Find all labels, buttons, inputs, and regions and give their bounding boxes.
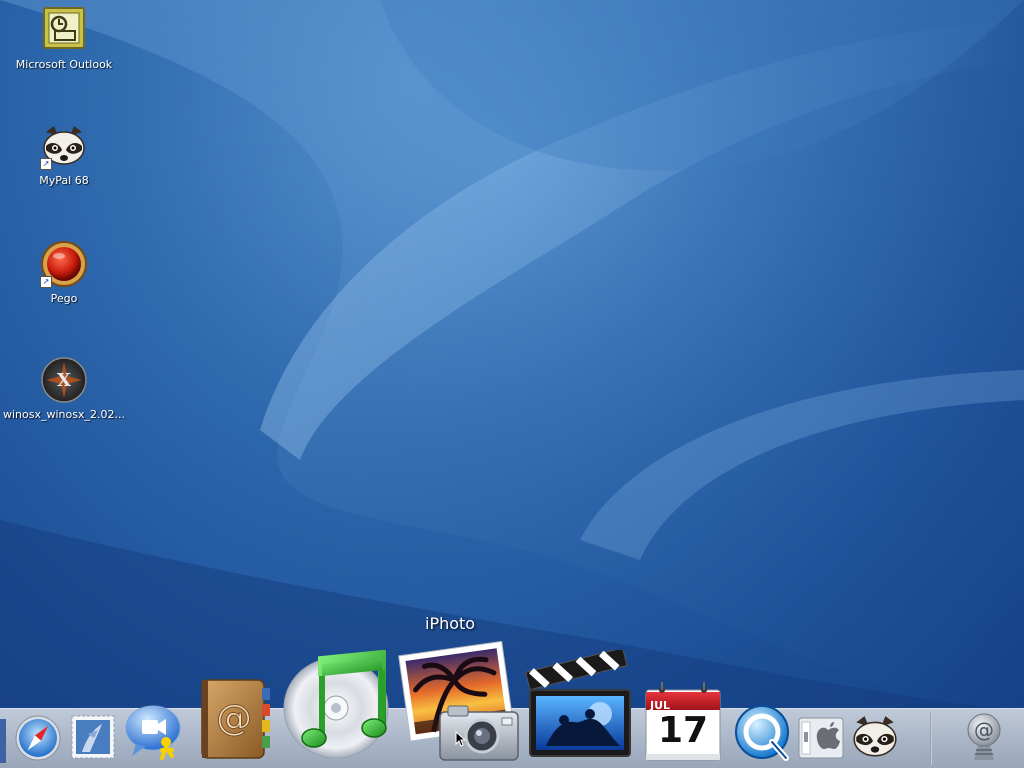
x-orb-icon: X	[40, 356, 88, 404]
mail-stamp-icon	[71, 715, 115, 759]
dock-item-ichat[interactable]	[122, 702, 184, 764]
system-preferences-icon	[798, 717, 844, 759]
shortcut-arrow-icon: ↗	[40, 276, 52, 288]
at-sign-icon: @	[967, 713, 1001, 760]
dock-edge	[0, 719, 6, 763]
shortcut-arrow-icon: ↗	[40, 158, 52, 170]
dock-separator	[930, 713, 932, 765]
dock-item-itunes[interactable]	[282, 649, 394, 762]
outlook-icon	[40, 6, 88, 54]
desktop-icon-outlook[interactable]: Microsoft Outlook	[0, 6, 128, 71]
ichat-icon	[125, 705, 181, 760]
desktop-icon-label: Microsoft Outlook	[15, 58, 113, 71]
quicktime-icon	[735, 705, 789, 761]
desktop-icon-mypal[interactable]: ↗ MyPal 68	[0, 122, 128, 187]
desktop-icon-label: Pego	[50, 292, 78, 305]
ical-day: 17	[657, 710, 709, 751]
desktop: Microsoft Outlook ↗ MyPal 68 ↗ Pego X wi…	[0, 0, 1024, 768]
mouse-cursor-icon	[455, 731, 465, 747]
raccoon-icon: ↗	[40, 122, 88, 170]
dock-item-imovie[interactable]	[524, 647, 636, 762]
dock-tooltip: iPhoto	[425, 614, 476, 633]
red-orb-icon: ↗	[40, 240, 88, 288]
dock-item-mail[interactable]	[68, 712, 118, 762]
safari-compass-icon	[15, 715, 61, 761]
desktop-icon-label: winosx_winosx_2.02...	[3, 408, 125, 421]
desktop-icon-winosx[interactable]: X winosx_winosx_2.02...	[0, 356, 128, 421]
svg-text:@: @	[974, 718, 994, 742]
svg-text:@: @	[216, 698, 252, 739]
dock-item-safari[interactable]	[14, 714, 62, 762]
dock-item-ical[interactable]: JUL 17	[642, 682, 724, 764]
dock-item-mail-drop[interactable]: @	[960, 710, 1008, 764]
raccoon-icon	[853, 716, 897, 757]
itunes-icon	[283, 649, 389, 759]
dock-item-quicktime[interactable]	[732, 702, 794, 764]
svg-text:X: X	[57, 370, 71, 391]
address-book-icon: @	[201, 679, 270, 759]
dock-item-address-book[interactable]: @	[196, 676, 274, 762]
desktop-icon-pego[interactable]: ↗ Pego	[0, 240, 128, 305]
desktop-icon-label: MyPal 68	[39, 174, 89, 187]
imovie-icon	[524, 647, 631, 757]
dock-item-mypal[interactable]	[848, 712, 902, 762]
dock-item-system-preferences[interactable]	[796, 714, 846, 762]
